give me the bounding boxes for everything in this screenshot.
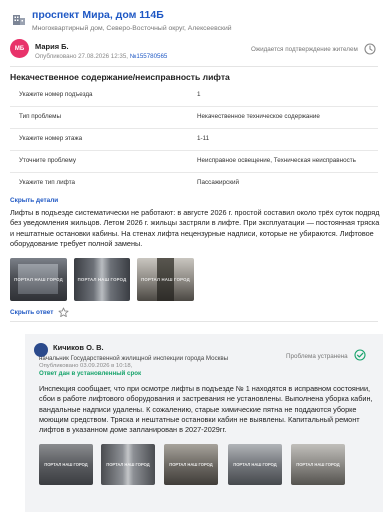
detail-key: Укажите номер этажа [19,135,83,142]
divider [10,66,378,67]
address-title[interactable]: проспект Мира, дом 114Б [32,9,164,21]
problem-description: Лифты в подъезде систематически не работ… [10,208,380,248]
status-text: Ожидается подтверждение жителем [251,46,358,53]
answer-photo[interactable]: ПОРТАЛ НАШ ГОРОД [291,444,345,485]
author-name: Мария Б. [35,42,69,51]
official-name: Кичиков О. В. [53,343,104,352]
detail-row: Укажите номер подъезда 1 [10,84,378,107]
answer-photo[interactable]: ПОРТАЛ НАШ ГОРОД [164,444,218,485]
request-number[interactable]: №155780565 [130,53,168,60]
answer-photo[interactable]: ПОРТАЛ НАШ ГОРОД [101,444,155,485]
detail-key: Укажите тип лифта [19,179,76,186]
published-date: Опубликовано 27.08.2026 12:35, [35,53,129,60]
problem-photo[interactable]: ПОРТАЛ НАШ ГОРОД [10,258,67,301]
hide-answer-link[interactable]: Скрыть ответ [10,309,53,316]
detail-key: Уточните проблему [19,157,76,164]
avatar: МБ [10,39,29,58]
problem-photo[interactable]: ПОРТАЛ НАШ ГОРОД [74,258,130,301]
hide-details-link[interactable]: Скрыть детали [10,197,58,204]
author-meta: Опубликовано 27.08.2026 12:35, №15578056… [35,53,167,60]
photo-watermark: ПОРТАЛ НАШ ГОРОД [14,277,63,283]
detail-row: Укажите номер этажа 1-11 [10,128,378,151]
building-icon [13,15,25,25]
answer-text: Инспекция сообщает, что при осмотре лифт… [39,384,373,435]
address-subtitle: Многоквартирный дом, Северо-Восточный ок… [32,25,232,32]
detail-value: Некачественное техническое содержание [197,113,320,120]
detail-row: Укажите тип лифта Пассажирский [10,172,378,194]
photo-watermark: ПОРТАЛ НАШ ГОРОД [233,462,277,468]
star-icon[interactable] [58,307,69,318]
answer-on-time-badge: Ответ дан в установленный срок [39,370,142,377]
answer-photo[interactable]: ПОРТАЛ НАШ ГОРОД [39,444,93,485]
detail-value: Неисправное освещение, Техническая неисп… [197,157,356,164]
answer-photo[interactable]: ПОРТАЛ НАШ ГОРОД [228,444,282,485]
detail-value: Пассажирский [197,179,239,186]
photo-watermark: ПОРТАЛ НАШ ГОРОД [296,462,340,468]
official-role: начальник Государственной жилищной инспе… [39,355,229,362]
detail-value: 1 [197,91,201,98]
clock-icon [364,43,376,55]
photo-watermark: ПОРТАЛ НАШ ГОРОД [106,462,150,468]
detail-key: Тип проблемы [19,113,62,120]
detail-value: 1-11 [197,135,210,142]
photo-watermark: ПОРТАЛ НАШ ГОРОД [44,462,88,468]
photo-watermark: ПОРТАЛ НАШ ГОРОД [169,462,213,468]
divider [10,321,378,322]
answer-date: Опубликовано 03.09.2026 в 10:18, [39,363,133,369]
photo-watermark: ПОРТАЛ НАШ ГОРОД [141,277,190,283]
problem-title: Некачественное содержание/неисправность … [10,72,230,82]
check-icon [354,349,366,361]
detail-row: Тип проблемы Некачественное техническое … [10,106,378,129]
problem-photo[interactable]: ПОРТАЛ НАШ ГОРОД [137,258,194,301]
official-answer: Кичиков О. В. начальник Государственной … [25,334,383,512]
detail-key: Укажите номер подъезда [19,91,93,98]
photo-watermark: ПОРТАЛ НАШ ГОРОД [77,277,127,283]
detail-row: Уточните проблему Неисправное освещение,… [10,150,378,173]
status-text: Проблема устранена [286,353,348,360]
